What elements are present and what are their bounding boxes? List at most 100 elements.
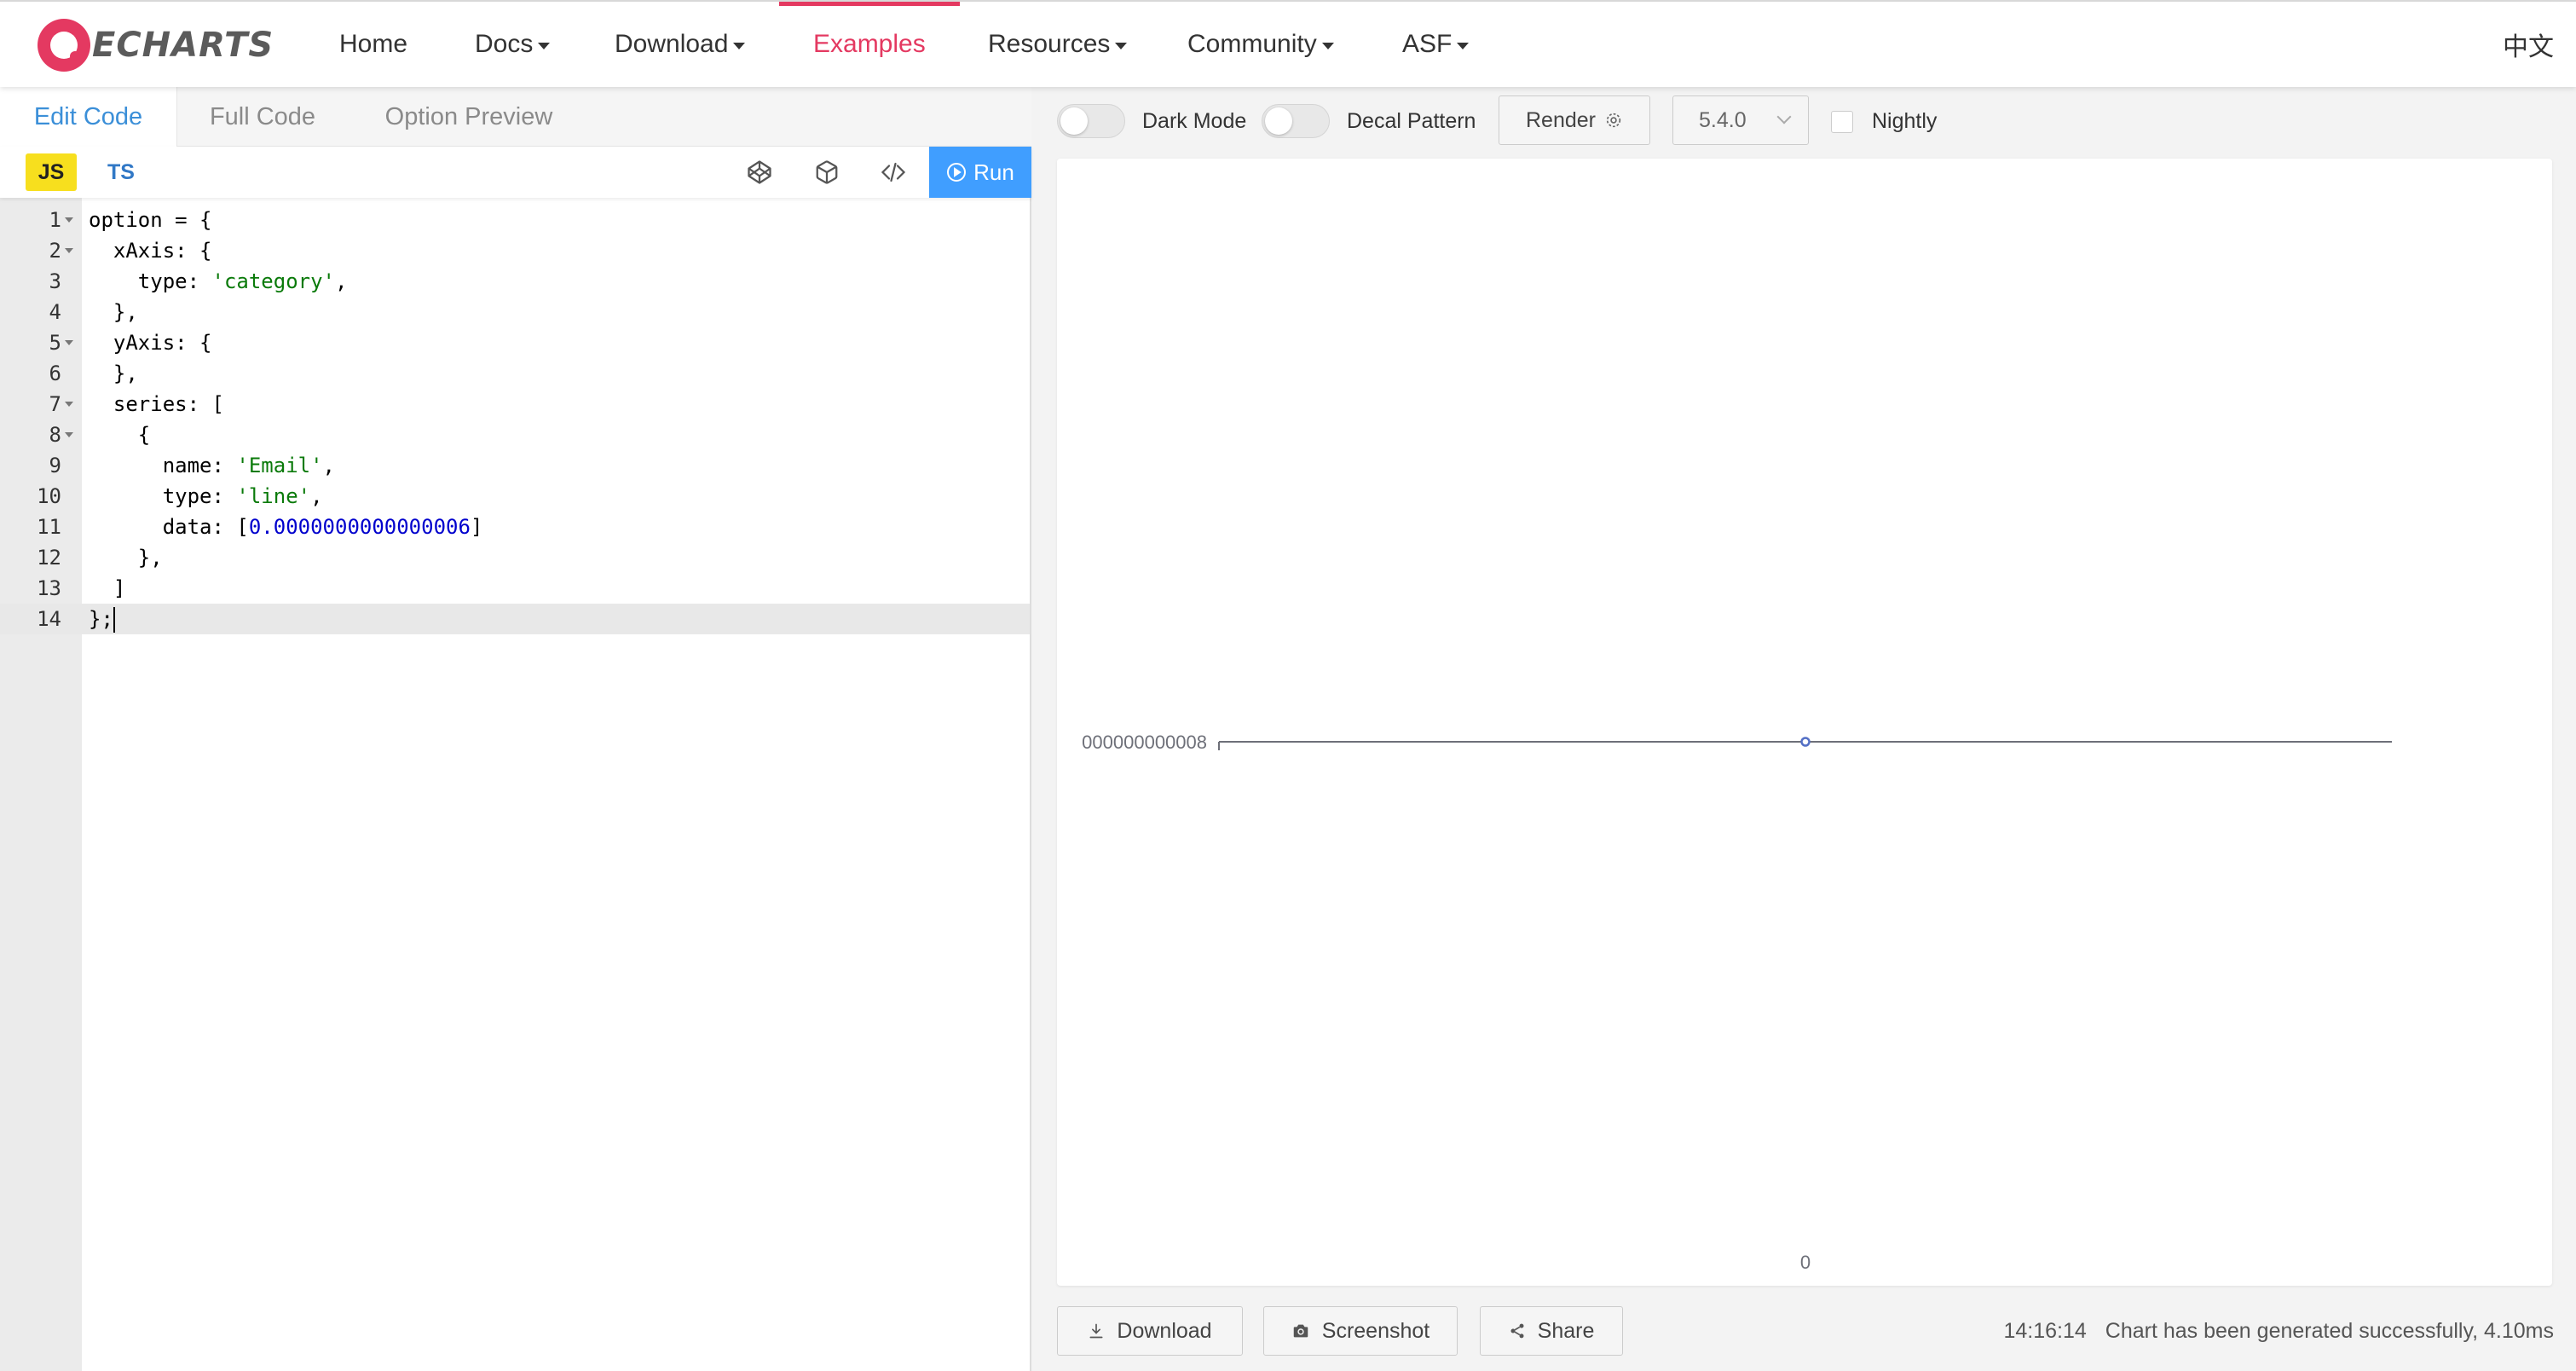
line-number: 5 xyxy=(49,331,61,355)
status-time: 14:16:14 xyxy=(2003,1318,2087,1343)
editor-toolbar: JS TS Run xyxy=(0,147,1031,198)
line-number: 3 xyxy=(49,269,61,293)
decal-pattern-toggle[interactable] xyxy=(1262,104,1330,138)
text-cursor xyxy=(113,607,115,633)
line-number: 9 xyxy=(49,454,61,477)
download-icon xyxy=(1089,1323,1103,1339)
code-text: name: 'Email', xyxy=(89,454,335,477)
status-bar: 14:16:14 Chart has been generated succes… xyxy=(2003,1306,2554,1356)
nav-docs[interactable]: Docs xyxy=(475,2,551,87)
code-text: type: 'line', xyxy=(89,484,323,508)
tab-edit-code[interactable]: Edit Code xyxy=(0,87,177,148)
line-number: 10 xyxy=(37,484,61,508)
top-navbar: ECHARTS Home Docs Download Examples Reso… xyxy=(0,0,2576,87)
camera-icon xyxy=(1293,1324,1308,1338)
code-text: option = { xyxy=(89,208,212,232)
dark-mode-label: Dark Mode xyxy=(1142,108,1247,133)
share-button[interactable]: Share xyxy=(1480,1306,1623,1356)
codepen-icon[interactable] xyxy=(744,157,775,188)
line-number: 11 xyxy=(37,515,61,539)
line-number: 13 xyxy=(37,576,61,600)
caret-down-icon xyxy=(1457,43,1470,49)
language-switch[interactable]: 中文 xyxy=(2503,2,2554,87)
embed-code-icon[interactable] xyxy=(878,157,909,188)
lang-js-button[interactable]: JS xyxy=(26,153,77,191)
line-number: 4 xyxy=(49,300,61,324)
code-text: yAxis: { xyxy=(89,331,212,355)
line-number: 1 xyxy=(49,208,61,232)
code-text: }, xyxy=(89,546,163,570)
series-email-point xyxy=(1800,737,1811,747)
code-tabs: Edit Code Full Code Option Preview xyxy=(0,87,1031,148)
share-icon xyxy=(1510,1323,1524,1339)
decal-pattern-label: Decal Pattern xyxy=(1347,108,1476,133)
code-text: }; xyxy=(89,607,115,633)
code-editor[interactable]: 1 option = {2 xAxis: {3 type: 'category',… xyxy=(0,198,1030,1371)
code-text: data: [0.0000000000000006] xyxy=(89,515,483,539)
dark-mode-toggle[interactable] xyxy=(1057,104,1125,138)
code-line[interactable]: 6 }, xyxy=(0,358,1030,389)
code-text: series: [ xyxy=(89,392,224,416)
line-number: 8 xyxy=(49,423,61,447)
line-chart[interactable]: 000000000008 0 xyxy=(1057,159,2552,1286)
screenshot-button[interactable]: Screenshot xyxy=(1263,1306,1458,1356)
code-line[interactable]: 2 xAxis: { xyxy=(0,235,1030,266)
code-text: { xyxy=(89,423,151,447)
tab-option-preview[interactable]: Option Preview xyxy=(358,87,580,147)
code-text: type: 'category', xyxy=(89,269,348,293)
fold-arrow-icon[interactable] xyxy=(65,402,73,407)
render-button[interactable]: Render xyxy=(1499,95,1650,145)
code-line[interactable]: 9 name: 'Email', xyxy=(0,450,1030,481)
code-line[interactable]: 12 }, xyxy=(0,542,1030,573)
line-number: 2 xyxy=(49,239,61,263)
fold-arrow-icon[interactable] xyxy=(65,217,73,223)
nav-community[interactable]: Community xyxy=(1187,2,1334,87)
line-number: 12 xyxy=(37,546,61,570)
echarts-logo-mark-icon xyxy=(38,19,90,72)
line-number: 14 xyxy=(37,607,61,631)
chart-container: 000000000008 0 xyxy=(1057,159,2552,1286)
line-number: 7 xyxy=(49,392,61,416)
gear-icon xyxy=(1606,113,1621,128)
fold-arrow-icon[interactable] xyxy=(65,432,73,437)
nav-asf[interactable]: ASF xyxy=(1402,2,1470,87)
nav-home[interactable]: Home xyxy=(339,2,407,87)
tab-full-code[interactable]: Full Code xyxy=(177,87,348,147)
code-line[interactable]: 5 yAxis: { xyxy=(0,327,1030,358)
code-line[interactable]: 11 data: [0.0000000000000006] xyxy=(0,512,1030,542)
play-circle-icon xyxy=(947,163,967,182)
chevron-down-icon xyxy=(1776,109,1792,124)
caret-down-icon xyxy=(1321,43,1334,49)
nav-examples[interactable]: Examples xyxy=(779,2,960,87)
caret-down-icon xyxy=(538,43,551,49)
preview-panel: Dark Mode Decal Pattern Render 5.4.0 Nig… xyxy=(1033,87,2576,1371)
nav-download[interactable]: Download xyxy=(615,2,746,87)
nightly-label: Nightly xyxy=(1872,108,1938,133)
code-line[interactable]: 13 ] xyxy=(0,573,1030,604)
status-message: Chart has been generated successfully, 4… xyxy=(2105,1318,2554,1343)
code-line[interactable]: 7 series: [ xyxy=(0,389,1030,419)
lang-ts-button[interactable]: TS xyxy=(95,153,147,191)
code-line[interactable]: 10 type: 'line', xyxy=(0,481,1030,512)
code-text: ] xyxy=(89,576,126,600)
y-axis-tick-label: 000000000008 xyxy=(1082,732,1207,753)
code-text: }, xyxy=(89,300,138,324)
download-button[interactable]: Download xyxy=(1057,1306,1243,1356)
nightly-checkbox[interactable] xyxy=(1831,111,1853,133)
codesandbox-icon[interactable] xyxy=(811,157,842,188)
code-line[interactable]: 8 { xyxy=(0,419,1030,450)
echarts-logo[interactable]: ECHARTS xyxy=(38,17,274,73)
version-select[interactable]: 5.4.0 xyxy=(1672,95,1809,145)
code-text: }, xyxy=(89,362,138,385)
code-line[interactable]: 4 }, xyxy=(0,297,1030,327)
run-button[interactable]: Run xyxy=(929,147,1031,198)
code-line[interactable]: 3 type: 'category', xyxy=(0,266,1030,297)
x-axis-tick-label: 0 xyxy=(1800,1252,1811,1273)
caret-down-icon xyxy=(1115,43,1128,49)
fold-arrow-icon[interactable] xyxy=(65,248,73,253)
nav-resources[interactable]: Resources xyxy=(988,2,1128,87)
caret-down-icon xyxy=(733,43,746,49)
code-line[interactable]: 1 option = { xyxy=(0,205,1030,235)
fold-arrow-icon[interactable] xyxy=(65,340,73,345)
code-line[interactable]: 14}; xyxy=(0,604,1030,634)
